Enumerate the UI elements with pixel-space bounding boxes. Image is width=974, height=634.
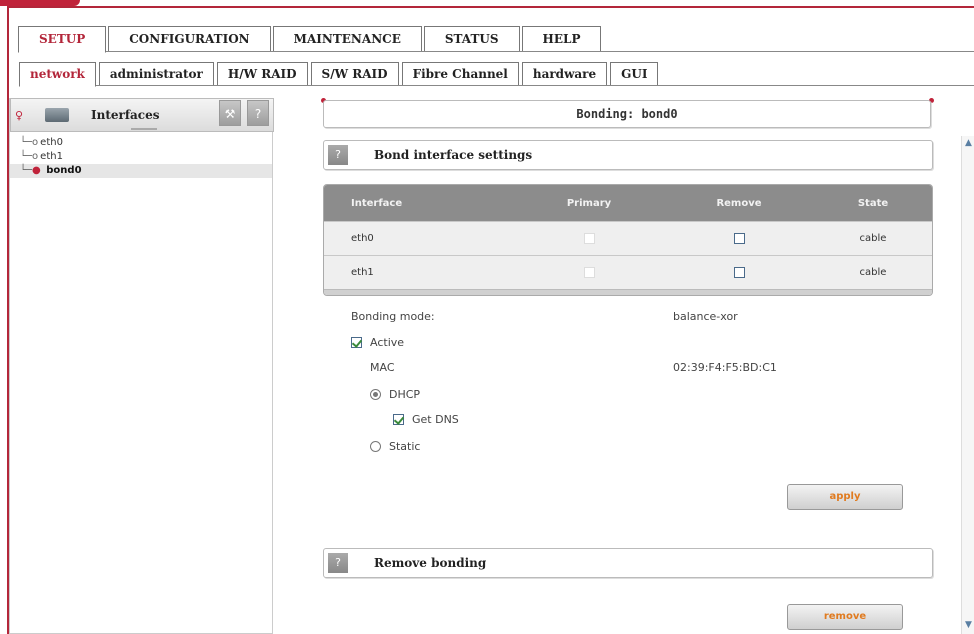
table-row: eth0 cable — [324, 221, 932, 255]
table-footer — [324, 289, 932, 295]
bond-interfaces-table: Interface Primary Remove State eth0 cabl… — [323, 184, 933, 296]
subtab-sw-raid[interactable]: S/W RAID — [310, 62, 399, 86]
bonding-mode-label: Bonding mode: — [351, 310, 435, 323]
subtab-hw-raid[interactable]: H/W RAID — [216, 62, 308, 86]
table-header-row: Interface Primary Remove State — [324, 185, 932, 221]
remove-bonding-header: ? Remove bonding — [323, 548, 933, 578]
scroll-up-icon[interactable]: ▲ — [963, 138, 974, 148]
bond-settings-header: ? Bond interface settings — [323, 140, 933, 170]
tab-status[interactable]: STATUS — [423, 26, 520, 52]
cell-remove — [664, 232, 814, 245]
tree-item-label: bond0 — [46, 165, 82, 176]
mac-label: MAC — [370, 361, 395, 374]
interfaces-panel: ♀ Interfaces ⚒ ? └─o eth0 └─o eth1 └─● bon… — [9, 98, 274, 634]
interfaces-tree: └─o eth0 └─o eth1 └─● bond0 — [10, 136, 272, 178]
cell-primary — [514, 232, 664, 245]
bonding-mode-value: balance-xor — [673, 310, 738, 323]
bond-settings-title: Bond interface settings — [374, 148, 533, 162]
cell-primary — [514, 266, 664, 279]
main-tab-bar: SETUP CONFIGURATION MAINTENANCE STATUS H… — [18, 26, 974, 53]
col-header-state: State — [857, 197, 889, 209]
remove-checkbox[interactable] — [733, 266, 745, 278]
pin-icon[interactable]: ♀ — [15, 109, 23, 122]
tree-item-eth0[interactable]: └─o eth0 — [10, 136, 272, 150]
tab-maintenance[interactable]: MAINTENANCE — [272, 26, 422, 52]
interfaces-panel-title: Interfaces — [91, 108, 160, 122]
help-icon[interactable]: ? — [328, 145, 348, 165]
remove-button[interactable]: remove — [787, 604, 903, 630]
col-header-interface: Interface — [351, 197, 403, 209]
subtab-administrator[interactable]: administrator — [98, 62, 214, 86]
tree-item-label: eth1 — [40, 151, 63, 162]
scroll-down-icon[interactable]: ▼ — [963, 620, 974, 630]
cell-interface: eth1 — [351, 267, 374, 278]
col-header-primary: Primary — [566, 197, 612, 209]
selected-dot-icon: ● — [32, 165, 41, 176]
col-header-remove: Remove — [716, 197, 762, 209]
wrench-icon[interactable]: ⚒ — [219, 100, 241, 126]
tab-setup[interactable]: SETUP — [18, 26, 107, 53]
cell-state: cable — [859, 233, 887, 244]
cell-state: cable — [859, 267, 887, 278]
help-icon[interactable]: ? — [328, 553, 348, 573]
cell-remove — [664, 266, 814, 279]
tree-item-bond0[interactable]: └─● bond0 — [10, 164, 272, 178]
sub-tab-bar: network administrator H/W RAID S/W RAID … — [19, 62, 974, 87]
mac-value: 02:39:F4:F5:BD:C1 — [673, 361, 777, 374]
subtab-fibre-channel[interactable]: Fibre Channel — [401, 62, 519, 86]
tree-item-label: eth0 — [40, 137, 63, 148]
get-dns-checkbox[interactable] — [393, 414, 404, 425]
tab-help[interactable]: HELP — [521, 26, 602, 52]
page-title: Bonding: bond0 — [323, 100, 931, 128]
remove-bonding-title: Remove bonding — [374, 556, 487, 570]
tree-connector-icon: └─● — [20, 165, 41, 176]
main-tab-divider — [18, 51, 974, 52]
subtab-gui[interactable]: GUI — [610, 62, 659, 86]
tab-configuration[interactable]: CONFIGURATION — [108, 26, 271, 52]
static-label: Static — [389, 440, 421, 453]
table-row: eth1 cable — [324, 255, 932, 289]
dhcp-label: DHCP — [389, 388, 421, 401]
interfaces-panel-header: ♀ Interfaces ⚒ ? — [10, 98, 274, 132]
vertical-scrollbar[interactable]: ▲ ▼ — [961, 136, 974, 634]
sub-tab-divider — [19, 85, 974, 86]
remove-checkbox[interactable] — [733, 232, 745, 244]
get-dns-label: Get DNS — [412, 413, 459, 426]
network-card-icon — [45, 108, 69, 122]
primary-checkbox[interactable] — [583, 232, 595, 244]
active-checkbox[interactable] — [351, 337, 362, 348]
primary-checkbox[interactable] — [583, 266, 595, 278]
tree-item-eth1[interactable]: └─o eth1 — [10, 150, 272, 164]
dhcp-radio[interactable] — [370, 389, 381, 400]
main-content: Bonding: bond0 ? Bond interface settings… — [275, 98, 974, 634]
active-label: Active — [370, 336, 405, 349]
help-button[interactable]: ? — [247, 100, 269, 126]
static-radio[interactable] — [370, 441, 381, 452]
panel-resize-grip[interactable] — [131, 128, 157, 130]
cell-interface: eth0 — [351, 233, 374, 244]
tree-connector-icon: └─o — [20, 151, 39, 162]
tree-connector-icon: └─o — [20, 137, 39, 148]
subtab-network[interactable]: network — [19, 62, 96, 87]
apply-button[interactable]: apply — [787, 484, 903, 510]
subtab-hardware[interactable]: hardware — [521, 62, 608, 86]
